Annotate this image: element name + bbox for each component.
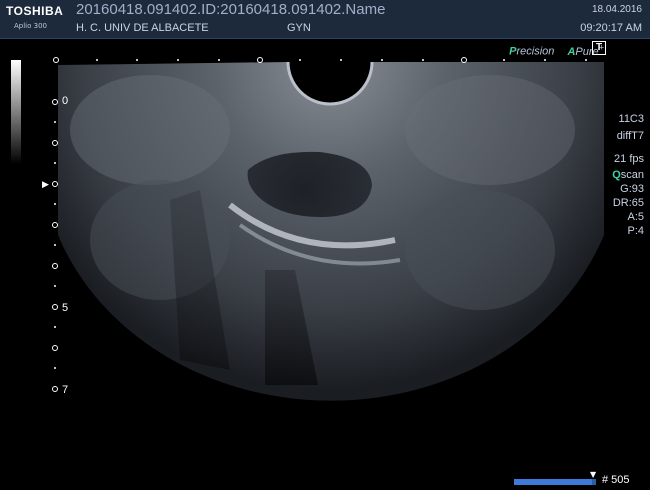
frame-number: # 505 — [602, 474, 630, 486]
frame-rate: 21 fps — [614, 153, 644, 165]
preset-label: diffT7 — [616, 130, 644, 142]
ultrasound-image — [52, 57, 604, 401]
lateral-dots — [53, 57, 587, 63]
depth-label-5: 5 — [62, 302, 69, 314]
cine-progress-fill — [514, 479, 592, 485]
focus-marker-icon[interactable]: ▶ — [42, 180, 49, 190]
probe-label: 11C3 — [618, 113, 644, 125]
qscan-label: Qscan — [612, 169, 644, 181]
p-value: P:4 — [627, 225, 644, 237]
depth-label-0: 0 — [62, 95, 69, 107]
dynamic-range-value: DR:65 — [612, 197, 644, 209]
a-value: A:5 — [627, 211, 644, 223]
cine-progress-bar[interactable] — [514, 479, 596, 485]
depth-label-7: 7 — [62, 384, 69, 396]
cine-marker-icon: ▼ — [590, 470, 597, 479]
gain-value: G:93 — [620, 183, 644, 195]
